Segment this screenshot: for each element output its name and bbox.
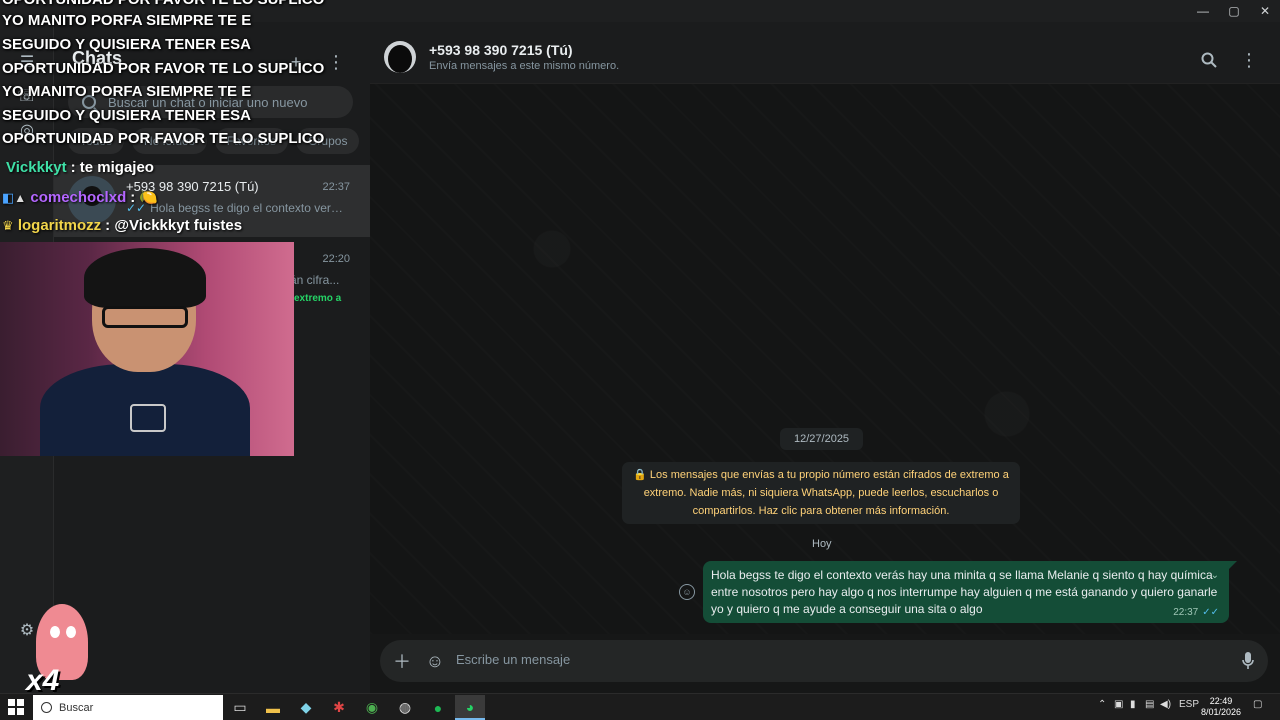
message-composer: ＋ ☺ Escribe un mensaje: [380, 640, 1268, 682]
chat-preview: án cifra...: [290, 273, 340, 287]
chat-username: Vickkkyt: [6, 159, 67, 176]
task-view-icon[interactable]: ▭: [225, 695, 255, 720]
stream-chat-line: ♛ logaritmozz: @Vickkkyt fuistes: [2, 217, 242, 234]
search-in-chat-button[interactable]: [1197, 48, 1221, 72]
clock-time: 22:49: [1209, 696, 1233, 706]
today-separator: Hoy: [812, 538, 832, 550]
stream-chat-line: ◧▲ comechoclxd: 🍋: [2, 188, 158, 206]
file-explorer-icon[interactable]: ▬: [258, 695, 288, 720]
panel-menu-button[interactable]: ⋮: [324, 50, 348, 74]
windows-taskbar: Buscar ▭ ▬ ◆ ✱ ◉ ◍ ● ◕ ⌃ ▣ ▮ ▤ ◀) ESP 22…: [0, 693, 1280, 720]
streamer-figure: [40, 248, 250, 456]
clock[interactable]: 22:49 8/01/2026: [1196, 696, 1246, 718]
stream-chat-line: Vickkkyt: te migajeo: [6, 159, 154, 176]
conversation-menu-button[interactable]: ⋮: [1237, 48, 1261, 72]
badge-icon: ◧: [2, 190, 15, 205]
whatsapp-window: — ▢ ✕ ☰ ☏ ◎ ⚙ Chats + ⋮ Buscar un chat o…: [0, 0, 1280, 697]
conversation-pane: +593 98 390 7215 (Tú) Envía mensajes a e…: [370, 22, 1280, 693]
search-icon: [1201, 52, 1217, 68]
whatsapp-icon[interactable]: ◕: [455, 695, 485, 720]
message-input[interactable]: Escribe un mensaje: [456, 652, 570, 667]
chat-username: logaritmozz: [17, 217, 102, 234]
overlay-text-line: OPORTUNIDAD POR FAVOR TE LO SUPLICO: [2, 60, 325, 77]
contact-status: Envía mensajes a este mismo número.: [429, 60, 620, 72]
volume-icon[interactable]: ◀): [1160, 699, 1171, 710]
overlay-text-line: OPORTUNIDAD POR FAVOR TE LO SUPLICO: [2, 130, 325, 147]
outgoing-message[interactable]: Hola begss te digo el contexto verás hay…: [703, 561, 1237, 623]
conversation-header[interactable]: +593 98 390 7215 (Tú) Envía mensajes a e…: [370, 22, 1280, 84]
clock-date: 8/01/2026: [1200, 707, 1242, 717]
read-ticks-icon: ✓✓: [1202, 607, 1219, 618]
app-icon[interactable]: ◆: [291, 695, 321, 720]
overlay-text-line: SEGUIDO Y QUISIERA TENER ESA: [2, 107, 251, 124]
tray-app-icon[interactable]: ▣: [1114, 699, 1123, 710]
notifications-icon[interactable]: ▢: [1253, 699, 1262, 710]
message-text: Hola begss te digo el contexto verás hay…: [711, 568, 1218, 616]
attach-button[interactable]: ＋: [390, 649, 414, 673]
chat-username: comechoclxd: [30, 189, 127, 206]
network-icon[interactable]: ▤: [1145, 699, 1154, 710]
spotify-icon[interactable]: ●: [423, 695, 453, 720]
tray-chevron-icon[interactable]: ⌃: [1098, 699, 1106, 710]
message-time: 22:37 ✓✓: [1173, 607, 1219, 618]
sticker-icon[interactable]: ☺: [423, 649, 447, 673]
app-icon[interactable]: ✱: [324, 695, 354, 720]
taskbar-search[interactable]: Buscar: [33, 695, 223, 720]
chat-message: : te migajeo: [70, 159, 154, 176]
overlay-text-line: YO MANITO PORFA SIEMPRE TE E: [2, 83, 252, 100]
obs-icon[interactable]: ◍: [390, 695, 420, 720]
close-button[interactable]: ✕: [1248, 0, 1280, 22]
chat-snippet: extremo a: [294, 293, 342, 304]
maximize-button[interactable]: ▢: [1217, 0, 1251, 22]
microphone-icon[interactable]: [1236, 649, 1260, 673]
chat-message: : @Vickkkyt fuistes: [105, 217, 243, 234]
contact-avatar[interactable]: [384, 41, 416, 73]
chrome-icon[interactable]: ◉: [357, 695, 387, 720]
date-separator: 12/27/2025: [780, 428, 864, 450]
windows-start-icon[interactable]: [8, 699, 24, 715]
hat-icon: ▲: [14, 191, 27, 205]
overlay-text-line: SEGUIDO Y QUISIERA TENER ESA: [2, 36, 251, 53]
chevron-down-icon[interactable]: ⌄: [1211, 567, 1219, 584]
minimize-button[interactable]: —: [1186, 0, 1220, 22]
chat-preview: ✓✓ Hola begss te digo el contexto verás .…: [126, 201, 346, 215]
react-emoji-icon[interactable]: ☺: [679, 584, 695, 600]
microphone-tray-icon[interactable]: ▮: [1130, 699, 1136, 710]
crown-icon: ♛: [2, 218, 14, 233]
chat-time: 22:20: [322, 253, 350, 265]
chat-message: : 🍋: [130, 189, 159, 206]
overlay-text-line: YO MANITO PORFA SIEMPRE TE E: [2, 12, 252, 29]
contact-name: +593 98 390 7215 (Tú): [429, 42, 573, 58]
chat-time: 22:37: [322, 181, 350, 193]
encryption-notice[interactable]: 🔒 Los mensajes que envías a tu propio nú…: [622, 462, 1020, 524]
webcam-overlay: [0, 242, 294, 456]
